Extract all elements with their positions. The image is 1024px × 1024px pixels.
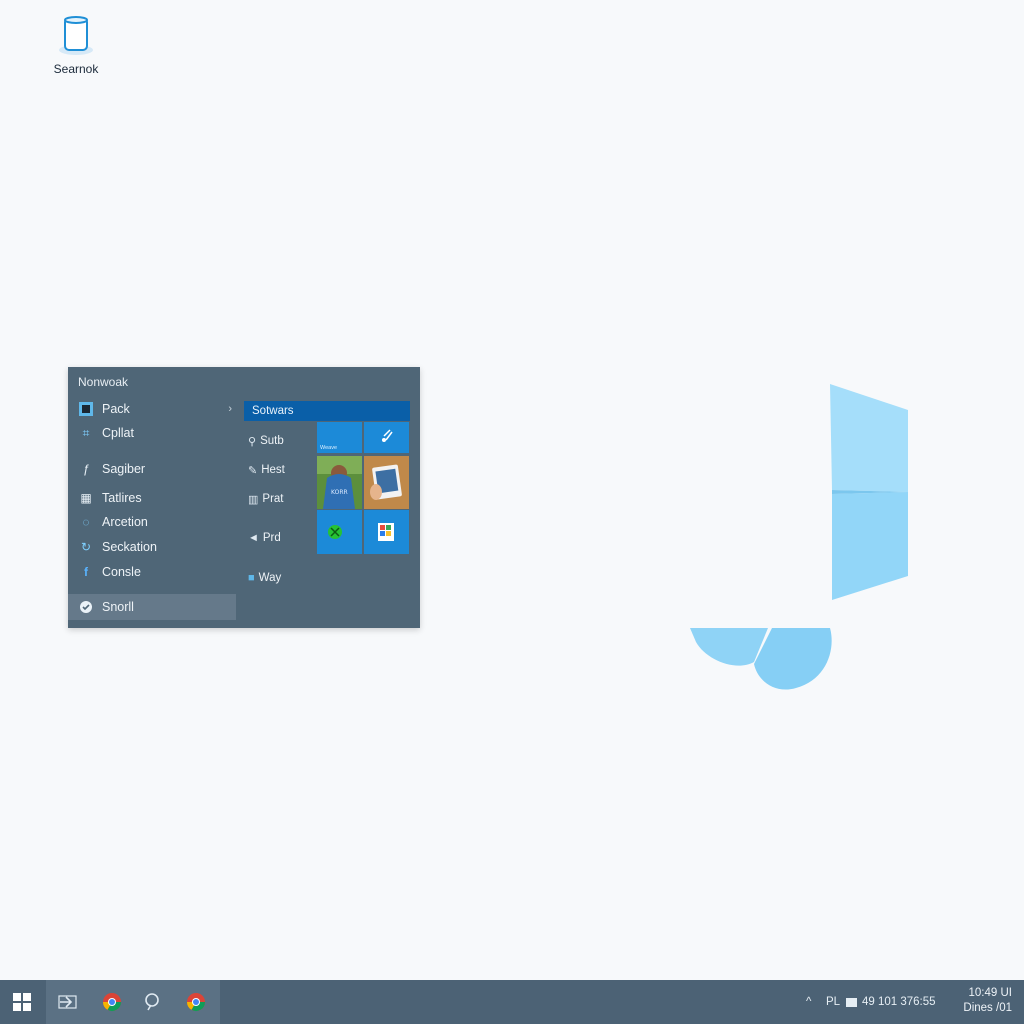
table-icon: ▦ — [80, 491, 92, 505]
menu-item-pack[interactable]: Pack › — [68, 397, 236, 421]
message-icon — [846, 997, 857, 1007]
tile-person-photo[interactable]: KORR — [317, 456, 362, 509]
pencil-icon: ✎ — [248, 464, 258, 477]
menu-item-consle[interactable]: f Consle — [68, 560, 236, 584]
sub-item-label: Way — [258, 572, 282, 584]
chevron-right-icon: › — [228, 403, 232, 415]
tile-music[interactable] — [364, 422, 409, 453]
wallpaper-logo — [690, 384, 908, 690]
tray-chevron-label: ^ — [806, 996, 812, 1008]
check-circle-icon — [78, 599, 94, 615]
tablet-photo-tile — [364, 456, 409, 509]
grid-icon: ⌗ — [82, 425, 90, 440]
start-button[interactable] — [0, 980, 44, 1024]
desktop-icon-label: Searnok — [53, 62, 99, 76]
tile-label: Weave — [320, 445, 338, 451]
circle-icon: ◌ — [82, 515, 90, 529]
menu-item-arcetion[interactable]: ◌ Arcetion — [68, 510, 236, 534]
start-menu: Nonwoak Pack › ⌗ Cpllat ƒ Sagiber ▦ Tatl… — [68, 367, 420, 628]
menu-item-snorll[interactable]: Snorll — [68, 594, 236, 620]
sub-item-hest[interactable]: ✎ Hest — [248, 460, 312, 480]
sub-item-label: Sutb — [260, 435, 284, 447]
menu-item-label: Arcetion — [102, 515, 148, 529]
tray-language[interactable]: PL — [826, 980, 840, 1024]
send-icon: ◄ — [248, 532, 259, 544]
clock-date: Dines /01 — [963, 1002, 1012, 1014]
sub-item-label: Hest — [261, 464, 285, 476]
store-icon — [378, 523, 394, 541]
app-square-icon — [78, 401, 94, 417]
tile-store[interactable] — [364, 510, 409, 554]
windows-logo-icon — [13, 993, 31, 1011]
menu-item-label: Cpllat — [102, 426, 134, 440]
svg-text:KORR: KORR — [331, 489, 348, 496]
xbox-icon — [328, 525, 342, 539]
refresh-icon: ↻ — [80, 540, 92, 554]
clock-time: 10:49 UI — [968, 987, 1012, 999]
tray-language-label: PL — [826, 996, 841, 1008]
sub-item-prat[interactable]: ▥ Prat — [248, 489, 312, 509]
tray-status-label: 49 101 376:55 — [862, 996, 936, 1008]
section-header[interactable]: Sotwars — [244, 401, 410, 421]
menu-item-label: Seckation — [102, 540, 157, 554]
music-note-icon — [382, 429, 393, 442]
cylinder-app-icon — [59, 16, 93, 55]
bag-icon: ■ — [248, 572, 255, 584]
person-photo-tile: KORR — [317, 456, 362, 509]
tray-status[interactable]: 49 101 376:55 — [846, 980, 936, 1024]
menu-item-cpllat[interactable]: ⌗ Cpllat — [68, 421, 236, 445]
tray-chevron[interactable]: ^ — [806, 980, 811, 1024]
sub-item-label: Prat — [262, 493, 284, 505]
search-person-icon[interactable] — [141, 990, 165, 1014]
desktop-icon[interactable]: Searnok — [44, 12, 108, 78]
pinned-apps — [46, 980, 220, 1024]
sub-item-label: Prd — [262, 532, 281, 544]
tile-tablet-photo[interactable] — [364, 456, 409, 509]
sub-item-prd[interactable]: ◄ Prd — [248, 528, 312, 548]
menu-item-label: Consle — [102, 565, 141, 579]
taskbar: ^ PL 49 101 376:55 10:49 UI Dines /01 — [0, 980, 1024, 1024]
menu-item-label: Pack — [102, 402, 130, 416]
menu-item-label: Snorll — [102, 600, 134, 614]
menu-item-label: Tatlires — [102, 491, 142, 505]
tile-xbox[interactable] — [317, 510, 362, 554]
chrome-icon[interactable] — [184, 990, 208, 1014]
sub-item-sutb[interactable]: ⚲ Sutb — [248, 431, 312, 451]
tile-weave[interactable]: Weave — [317, 422, 362, 453]
grid-small-icon: ▥ — [248, 493, 259, 506]
share-icon[interactable] — [56, 990, 80, 1014]
facebook-icon: f — [84, 565, 88, 579]
italic-f-icon: ƒ — [82, 462, 90, 476]
start-menu-title: Nonwoak — [78, 375, 129, 389]
pin-icon: ⚲ — [248, 435, 257, 448]
sub-item-way[interactable]: ■ Way — [248, 568, 312, 588]
menu-item-tatlires[interactable]: ▦ Tatlires — [68, 486, 236, 510]
clock[interactable]: 10:49 UI Dines /01 — [952, 986, 1012, 1016]
menu-item-seckation[interactable]: ↻ Seckation — [68, 535, 236, 559]
chrome-icon[interactable] — [100, 990, 124, 1014]
menu-item-label: Sagiber — [102, 462, 146, 476]
menu-item-sagiber[interactable]: ƒ Sagiber — [68, 457, 236, 481]
